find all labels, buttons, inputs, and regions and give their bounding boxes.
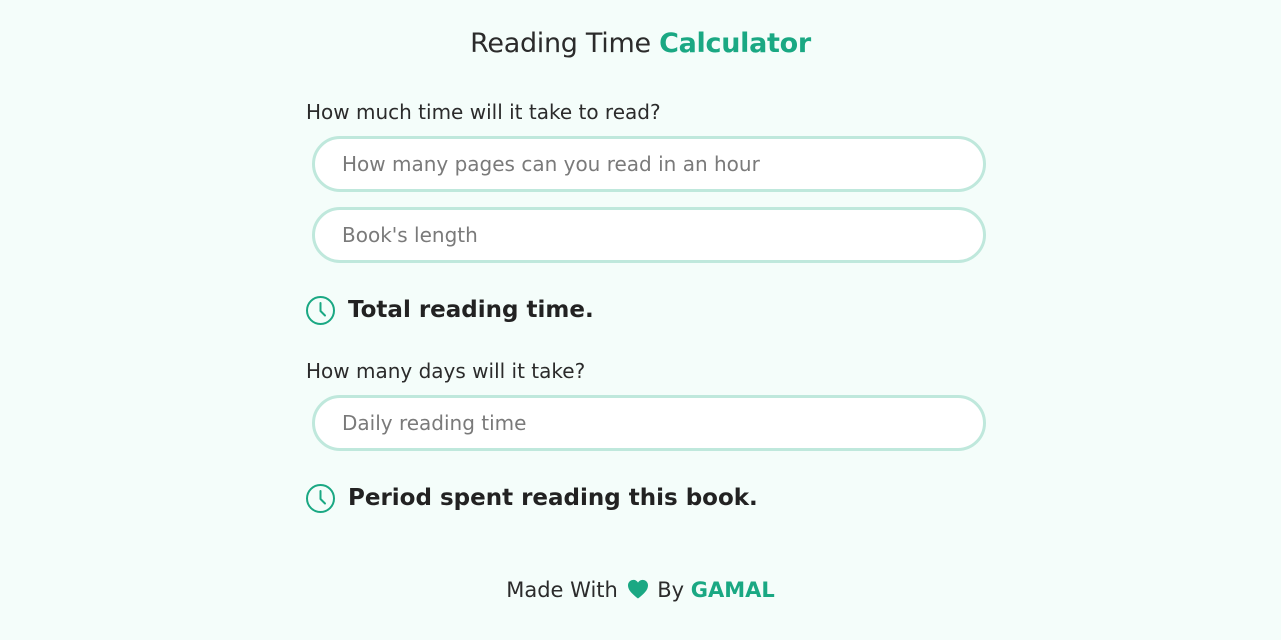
days-label: How many days will it take? (306, 359, 586, 383)
title-accent: Calculator (659, 28, 811, 59)
title-prefix: Reading Time (470, 28, 651, 59)
footer-made-with: Made With (506, 578, 618, 602)
reading-period-result: Period spent reading this book. (305, 482, 758, 514)
total-reading-time-result: Total reading time. (305, 294, 594, 326)
reading-period-text: Period spent reading this book. (348, 485, 758, 511)
page-title: Reading Time Calculator (0, 28, 1281, 59)
total-reading-time-text: Total reading time. (348, 297, 594, 323)
footer-author[interactable]: GAMAL (691, 578, 775, 602)
daily-reading-time-input[interactable] (312, 395, 986, 451)
heart-icon (627, 579, 648, 599)
clock-icon (306, 483, 335, 513)
footer: Made With By GAMAL (0, 578, 1281, 602)
reading-time-label: How much time will it take to read? (306, 100, 661, 124)
pages-per-hour-input[interactable] (312, 136, 986, 192)
footer-by: By (657, 578, 685, 602)
book-length-input[interactable] (312, 207, 986, 263)
clock-icon (306, 295, 335, 325)
